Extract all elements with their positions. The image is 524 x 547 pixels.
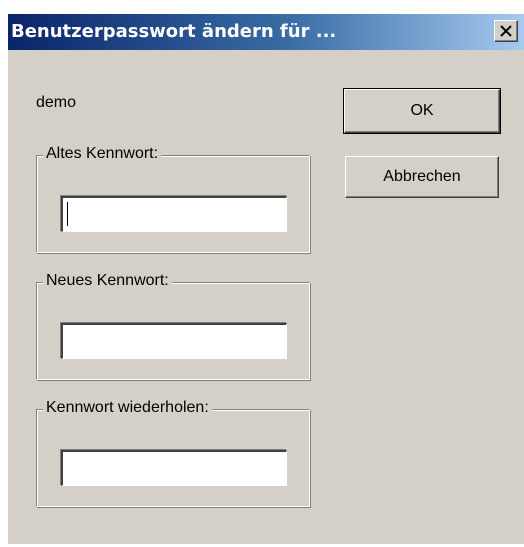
- ok-button[interactable]: OK: [343, 88, 501, 134]
- old-password-group: Altes Kennwort:: [36, 145, 310, 253]
- window-title: Benutzerpasswort ändern für ...: [11, 21, 337, 42]
- repeat-password-label: Kennwort wiederholen:: [43, 399, 212, 417]
- repeat-password-group: Kennwort wiederholen:: [36, 399, 310, 507]
- new-password-group: Neues Kennwort:: [36, 272, 310, 380]
- text-caret: [67, 202, 68, 226]
- close-icon: [500, 25, 512, 37]
- old-password-field[interactable]: [61, 196, 287, 232]
- change-password-dialog: Benutzerpasswort ändern für ... demo Alt…: [8, 14, 524, 544]
- title-bar[interactable]: Benutzerpasswort ändern für ...: [8, 14, 524, 50]
- close-button[interactable]: [494, 20, 518, 42]
- username-label: demo: [36, 94, 77, 111]
- repeat-password-field[interactable]: [61, 450, 287, 486]
- new-password-label: Neues Kennwort:: [43, 272, 172, 290]
- old-password-label: Altes Kennwort:: [43, 145, 162, 163]
- new-password-field[interactable]: [61, 323, 287, 359]
- cancel-button[interactable]: Abbrechen: [345, 156, 499, 198]
